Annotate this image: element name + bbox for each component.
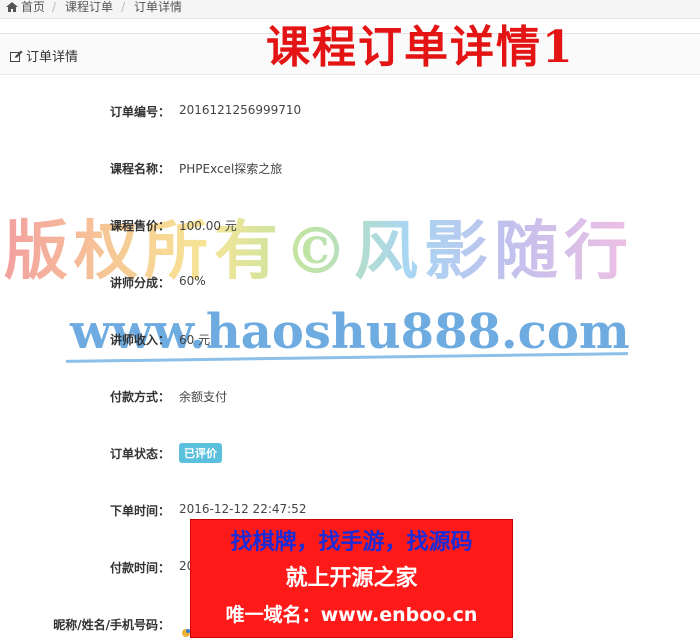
overlay-title: 课程订单详情1 — [266, 22, 575, 73]
detail-value: 60 元 — [179, 333, 211, 347]
detail-row-instructor-income: 讲师收入： 60 元 — [0, 327, 700, 351]
detail-value: 100.00 元 — [179, 219, 237, 233]
detail-label: 昵称/姓名/手机号码： — [53, 618, 170, 632]
detail-row-instructor-share: 讲师分成： 60% — [0, 270, 700, 294]
breadcrumb-separator: / — [121, 0, 126, 14]
detail-value: 60% — [179, 274, 206, 288]
ad-line-3: 唯一域名：www.enboo.cn — [225, 604, 478, 626]
ad-banner[interactable]: 找棋牌，找手游，找源码 就上开源之家 唯一域名：www.enboo.cn — [190, 519, 513, 638]
ad-line-2: 就上开源之家 — [285, 566, 418, 591]
breadcrumb-home[interactable]: 首页 — [6, 0, 45, 14]
detail-label: 订单编号： — [109, 105, 170, 119]
detail-label: 订单状态： — [109, 447, 170, 461]
ad-line-1: 找棋牌，找手游，找源码 — [230, 530, 473, 555]
detail-row-order-number: 订单编号： 2016121256999710 — [0, 99, 700, 123]
detail-label: 讲师分成： — [109, 276, 170, 290]
detail-value: 2016121256999710 — [179, 103, 302, 117]
detail-row-course-name: 课程名称： PHPExcel探索之旅 — [0, 156, 700, 180]
detail-label: 下单时间： — [109, 504, 170, 518]
detail-value: 2016-12-12 22:47:52 — [179, 502, 307, 516]
detail-label: 讲师收入： — [109, 333, 170, 347]
detail-label: 课程售价： — [109, 219, 170, 233]
panel-title-text: 订单详情 — [26, 50, 79, 65]
breadcrumb-order-detail: 订单详情 — [134, 0, 183, 14]
home-icon — [6, 2, 18, 12]
breadcrumb-separator: / — [52, 0, 57, 14]
detail-row-course-price: 课程售价： 100.00 元 — [0, 213, 700, 237]
detail-label: 课程名称： — [109, 162, 170, 176]
edit-icon — [10, 50, 23, 62]
breadcrumb-course-orders[interactable]: 课程订单 — [65, 0, 113, 14]
detail-value: PHPExcel探索之旅 — [179, 162, 283, 176]
detail-row-order-status: 订单状态： 已评价 — [0, 441, 700, 465]
detail-label: 付款方式： — [109, 390, 170, 404]
breadcrumb-home-label: 首页 — [21, 0, 46, 14]
breadcrumb: 首页 / 课程订单 / 订单详情 — [0, 0, 700, 19]
detail-value: 余额支付 — [179, 390, 228, 404]
status-badge: 已评价 — [179, 443, 222, 463]
panel-title: 订单详情 — [10, 46, 78, 65]
detail-row-payment-method: 付款方式： 余额支付 — [0, 384, 700, 408]
detail-label: 付款时间： — [109, 561, 170, 575]
